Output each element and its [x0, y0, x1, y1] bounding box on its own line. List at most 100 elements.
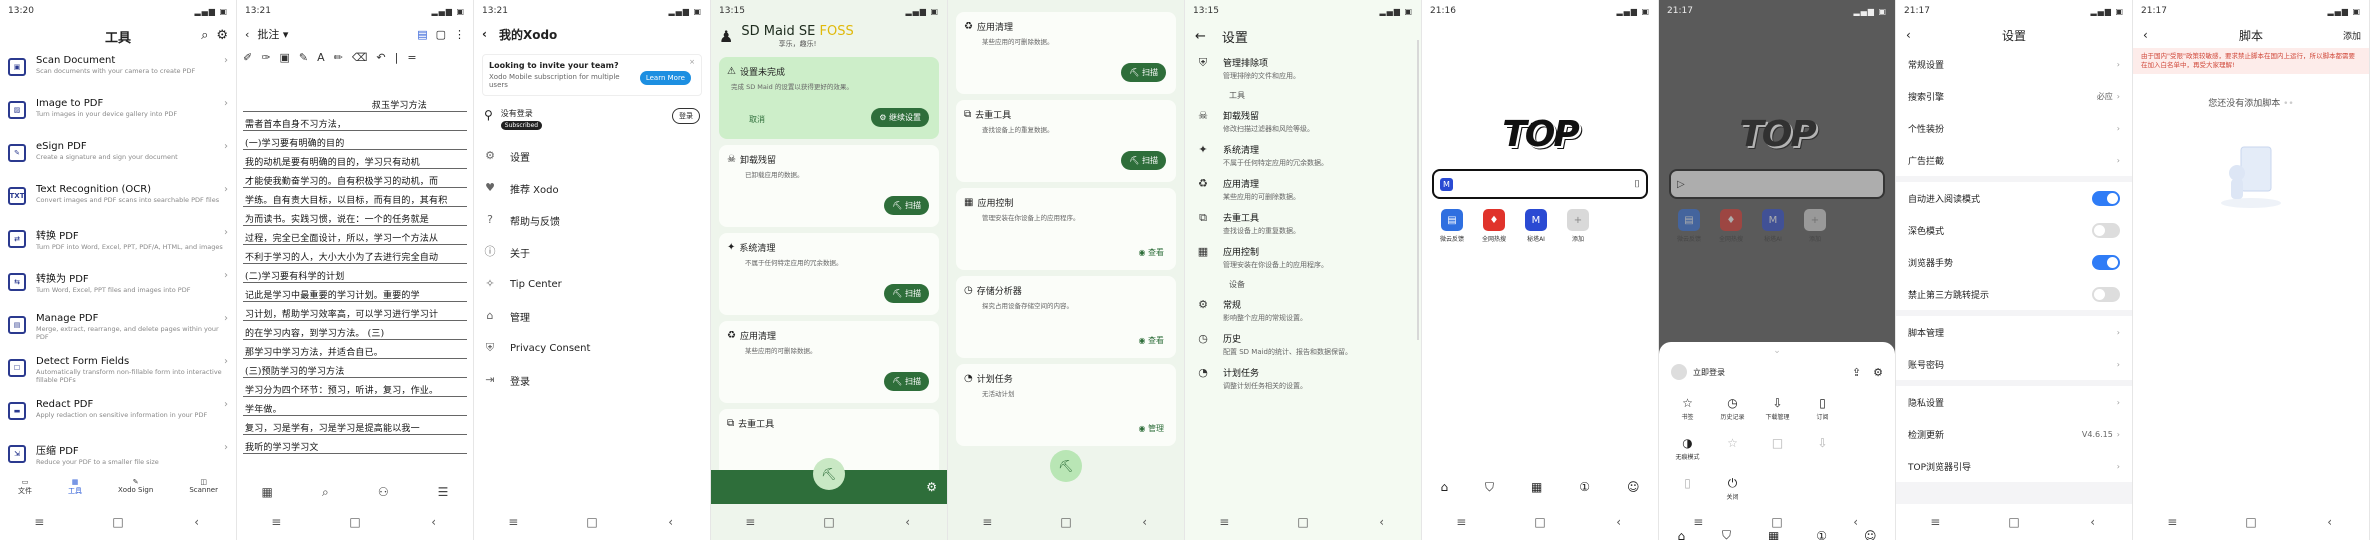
quick-link[interactable]: ▤ 微云反馈 — [1438, 209, 1466, 243]
reading-icon[interactable]: ⚇ — [378, 485, 389, 499]
back-arrow-icon[interactable]: ← — [1195, 29, 1206, 44]
menu-icon[interactable]: ≡ — [261, 515, 291, 529]
settings-row[interactable]: 账号密码 › — [1896, 348, 2132, 380]
home-icon[interactable]: □ — [1525, 515, 1555, 529]
collapse-icon[interactable]: = — [407, 51, 416, 64]
menu-grid-item[interactable]: □ — [1755, 436, 1800, 476]
search-icon[interactable]: ⌕ — [201, 28, 208, 43]
settings-row[interactable]: TOP浏览器引导 › — [1896, 450, 2132, 482]
settings-row[interactable]: 搜索引擎 必应 › — [1896, 80, 2132, 112]
tool-item[interactable]: ▨ Image to PDF Turn images in your device … — [0, 93, 236, 136]
card-action-button[interactable]: ◉ 查看 — [1138, 335, 1164, 346]
pen2-icon[interactable]: ✑ — [261, 51, 270, 64]
quick-link[interactable]: ♦ 全网热搜 — [1480, 209, 1508, 243]
cancel-button[interactable]: 取消 — [749, 114, 765, 125]
menu-grid-item[interactable]: ⇩ — [1800, 436, 1845, 476]
menu-item[interactable]: ♥ 推荐 Xodo — [474, 172, 710, 204]
profile-icon[interactable]: ☺ — [1627, 480, 1640, 494]
back-icon[interactable]: ‹ — [482, 27, 487, 41]
home-icon[interactable]: □ — [1999, 515, 2029, 529]
text-box-icon[interactable]: ▣ — [279, 51, 289, 64]
setting-item[interactable]: ⧉ 去重工具 查找设备上的重复数据。 — [1185, 205, 1421, 239]
back-icon[interactable]: ‹ — [893, 515, 923, 529]
outline-icon[interactable]: ☰ — [438, 485, 449, 499]
tool-item[interactable]: ▤ Manage PDF Merge, extract, rearrange, an… — [0, 308, 236, 351]
back-icon[interactable]: ‹ — [2078, 515, 2108, 529]
highlighter-icon[interactable]: ✎ — [299, 51, 308, 64]
quick-link[interactable]: ♦ 全网热搜 — [1717, 209, 1745, 243]
menu-icon[interactable]: ≡ — [1446, 515, 1476, 529]
card-action-button[interactable]: ⛏ 扫描 — [884, 196, 929, 215]
add-button[interactable]: 添加 — [2343, 29, 2361, 42]
home-icon[interactable]: □ — [2236, 515, 2266, 529]
menu-grid-item[interactable]: ◑ 无痕模式 — [1665, 436, 1710, 476]
menu-item[interactable]: ⌂ 管理 — [474, 300, 710, 332]
login-button[interactable]: 登录 — [672, 108, 700, 124]
bookmark-icon[interactable]: ⛉ — [1485, 480, 1494, 495]
toggle-switch[interactable] — [2092, 286, 2120, 302]
thumbnails-icon[interactable]: ▦ — [262, 485, 273, 499]
setting-item[interactable]: ☠ 卸载残留 修改扫描过滤器和风险等级。 — [1185, 103, 1421, 137]
home-icon[interactable]: □ — [1051, 515, 1081, 529]
menu-grid-item[interactable]: ◷ 历史记录 — [1710, 396, 1755, 436]
back-icon[interactable]: ‹ — [1367, 515, 1397, 529]
card-action-button[interactable]: ◉ 管理 — [1138, 423, 1164, 434]
login-link[interactable]: 立即登录 — [1693, 367, 1725, 378]
home-icon[interactable]: □ — [1288, 515, 1318, 529]
back-icon[interactable]: ‹ — [2315, 515, 2345, 529]
search-engine-icon[interactable]: M — [1440, 177, 1453, 191]
menu-item[interactable]: ? 帮助与反馈 — [474, 204, 710, 236]
menu-icon[interactable]: ≡ — [972, 515, 1002, 529]
share-icon[interactable]: ⇪ — [1852, 366, 1861, 379]
setting-item[interactable]: ◷ 历史 配置 SD Maid的统计、报告和数据保留。 — [1185, 326, 1421, 360]
menu-item[interactable]: ✧ Tip Center — [474, 268, 710, 300]
menu-item[interactable]: ⓘ 关于 — [474, 236, 710, 268]
quick-link[interactable]: M 秘塔AI — [1759, 209, 1787, 243]
back-icon[interactable]: ‹ — [182, 515, 212, 529]
nav-files[interactable]: ▭ 文件 — [18, 478, 32, 504]
toggle-switch[interactable] — [2092, 190, 2120, 206]
continue-setup-button[interactable]: ⚙ 继续设置 — [871, 108, 929, 127]
setting-exclusions[interactable]: ⛨ 管理排除项 管理排除的文件和应用。 — [1185, 50, 1421, 84]
quick-link[interactable]: + 添加 — [1564, 209, 1592, 243]
home-icon[interactable]: □ — [1762, 515, 1792, 529]
tool-item[interactable]: TXT Text Recognition (OCR) Convert images … — [0, 179, 236, 222]
back-icon[interactable]: ‹ — [245, 28, 249, 41]
gear-icon[interactable]: ⚙ — [1873, 366, 1883, 379]
menu-icon[interactable]: ≡ — [24, 515, 54, 529]
undo-icon[interactable]: ↶ — [376, 51, 385, 64]
menu-icon[interactable]: ≡ — [1683, 515, 1713, 529]
back-icon[interactable]: ‹ — [1604, 515, 1634, 529]
menu-item[interactable]: ⇥ 登录 — [474, 364, 710, 396]
menu-grid-item[interactable]: ▯ 订阅 — [1800, 396, 1845, 436]
text-icon[interactable]: A — [317, 51, 325, 64]
setting-item[interactable]: ⚙ 常规 影响整个应用的常规设置。 — [1185, 292, 1421, 326]
settings-row[interactable]: 广告拦截 › — [1896, 144, 2132, 176]
menu-icon[interactable]: ≡ — [498, 515, 528, 529]
tool-item[interactable]: ⇄ 转换 PDF Turn PDF into Word, Excel, PPT, P… — [0, 222, 236, 265]
card-action-button[interactable]: ◉ 查看 — [1138, 247, 1164, 258]
scan-icon[interactable]: ⌷ — [1634, 179, 1640, 190]
tool-item[interactable]: ☐ Detect Form Fields Automatically transfo… — [0, 351, 236, 394]
nav-xodo-sign[interactable]: ✎ Xodo Sign — [118, 478, 153, 504]
nav-scanner[interactable]: ◫ Scanner — [189, 478, 218, 504]
home-icon[interactable]: □ — [340, 515, 370, 529]
card-action-button[interactable]: ⛏ 扫描 — [884, 284, 929, 303]
scan-fab[interactable]: ⛏ — [1050, 450, 1082, 482]
tabs-icon[interactable]: ① — [1579, 480, 1590, 494]
back-icon[interactable]: ‹ — [1906, 28, 1911, 42]
toggle-switch[interactable] — [2092, 254, 2120, 270]
setting-item[interactable]: ♻ 应用清理 某些应用的可删除数据。 — [1185, 171, 1421, 205]
tool-item[interactable]: ⇲ 压缩 PDF Reduce your PDF to a smaller file… — [0, 437, 236, 480]
gear-icon[interactable]: ⚙ — [216, 28, 228, 43]
settings-row[interactable]: 脚本管理 › — [1896, 316, 2132, 348]
scan-fab[interactable]: ⛏ — [813, 458, 845, 490]
mode-select[interactable]: 批注 ▾ — [257, 26, 288, 42]
back-icon[interactable]: ‹ — [419, 515, 449, 529]
quick-link[interactable]: ▤ 微云反馈 — [1675, 209, 1703, 243]
menu-grid-item[interactable]: ⇩ 下载管理 — [1755, 396, 1800, 436]
close-icon[interactable]: × — [689, 58, 695, 66]
tool-item[interactable]: ▣ Scan Document Scan documents with your c… — [0, 50, 236, 93]
menu-icon[interactable]: ≡ — [1209, 515, 1239, 529]
gear-icon[interactable]: ⚙ — [926, 480, 937, 494]
